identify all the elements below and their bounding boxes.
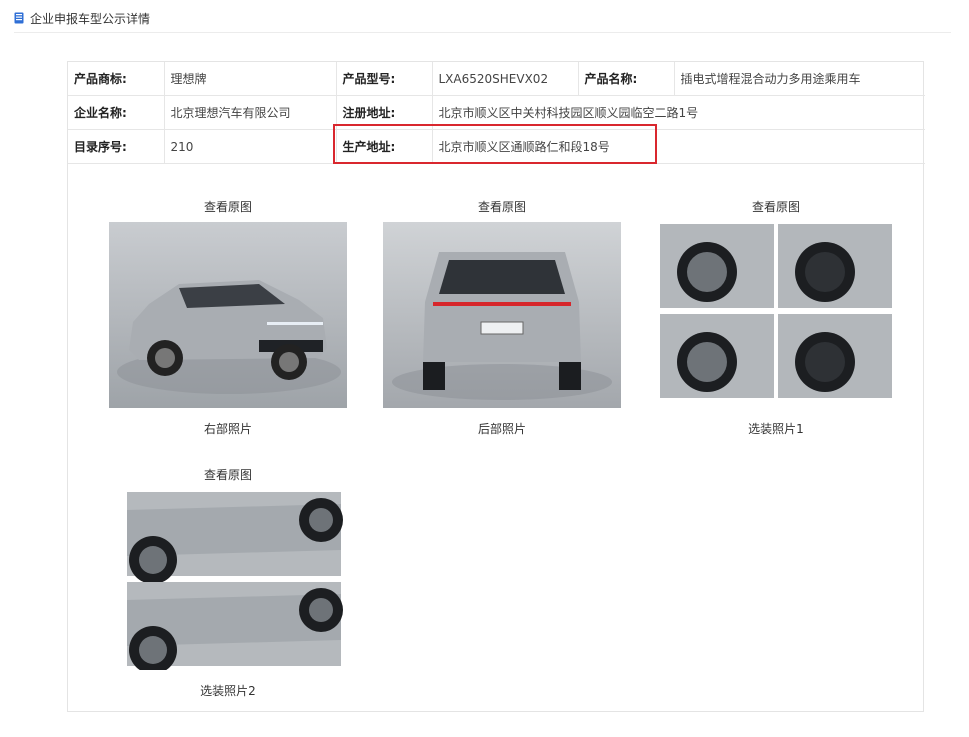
view-original-link[interactable]: 查看原图 xyxy=(109,466,347,483)
label-registered-address: 注册地址: xyxy=(335,95,433,130)
photo-caption: 后部照片 xyxy=(477,422,526,436)
label-product-name: 产品名称: xyxy=(577,62,675,96)
label-company: 企业名称: xyxy=(68,95,165,130)
view-original-link[interactable]: 查看原图 xyxy=(657,198,895,215)
value-registered-address: 北京市顺义区中关村科技园区顺义园临空二路1号 xyxy=(431,95,925,130)
info-table: 产品商标: 理想牌 产品型号: LXA6520SHEVX02 产品名称: 插电式… xyxy=(68,62,925,164)
table-row: 企业名称: 北京理想汽车有限公司 注册地址: 北京市顺义区中关村科技园区顺义园临… xyxy=(68,95,925,130)
label-catalog-number: 目录序号: xyxy=(68,129,165,164)
view-original-link[interactable]: 查看原图 xyxy=(383,198,621,215)
value-company: 北京理想汽车有限公司 xyxy=(163,95,337,130)
photo-card-rear: 查看原图 后部照片 xyxy=(383,198,621,437)
label-production-address: 生产地址: xyxy=(335,129,433,164)
header-divider xyxy=(14,32,951,33)
table-row: 目录序号: 210 生产地址: 北京市顺义区通顺路仁和段18号 xyxy=(68,129,925,164)
page-title: 企业申报车型公示详情 xyxy=(30,11,151,26)
wheels-photo[interactable] xyxy=(657,222,895,408)
side-doors-photo[interactable] xyxy=(109,490,347,670)
photo-caption: 选装照片2 xyxy=(200,684,256,698)
car-rear-photo[interactable] xyxy=(383,222,621,408)
label-model: 产品型号: xyxy=(335,62,433,96)
photo-caption: 右部照片 xyxy=(203,422,252,436)
photo-card-right: 查看原图 右部照片 xyxy=(109,198,347,437)
value-production-address: 北京市顺义区通顺路仁和段18号 xyxy=(431,129,925,164)
value-model: LXA6520SHEVX02 xyxy=(431,62,579,96)
car-right-photo[interactable] xyxy=(109,222,347,408)
photo-card-optional-1: 查看原图 选装照片1 xyxy=(657,198,895,437)
value-brand: 理想牌 xyxy=(163,62,337,96)
label-brand: 产品商标: xyxy=(68,62,165,96)
value-catalog-number: 210 xyxy=(163,129,337,164)
book-icon xyxy=(14,12,24,24)
table-row: 产品商标: 理想牌 产品型号: LXA6520SHEVX02 产品名称: 插电式… xyxy=(68,62,925,96)
photo-caption: 选装照片1 xyxy=(748,422,804,436)
value-product-name: 插电式增程混合动力多用途乘用车 xyxy=(673,62,925,96)
page-header: 企业申报车型公示详情 xyxy=(14,7,150,29)
photo-card-optional-2: 查看原图 选装照片2 xyxy=(109,466,347,699)
view-original-link[interactable]: 查看原图 xyxy=(109,198,347,215)
